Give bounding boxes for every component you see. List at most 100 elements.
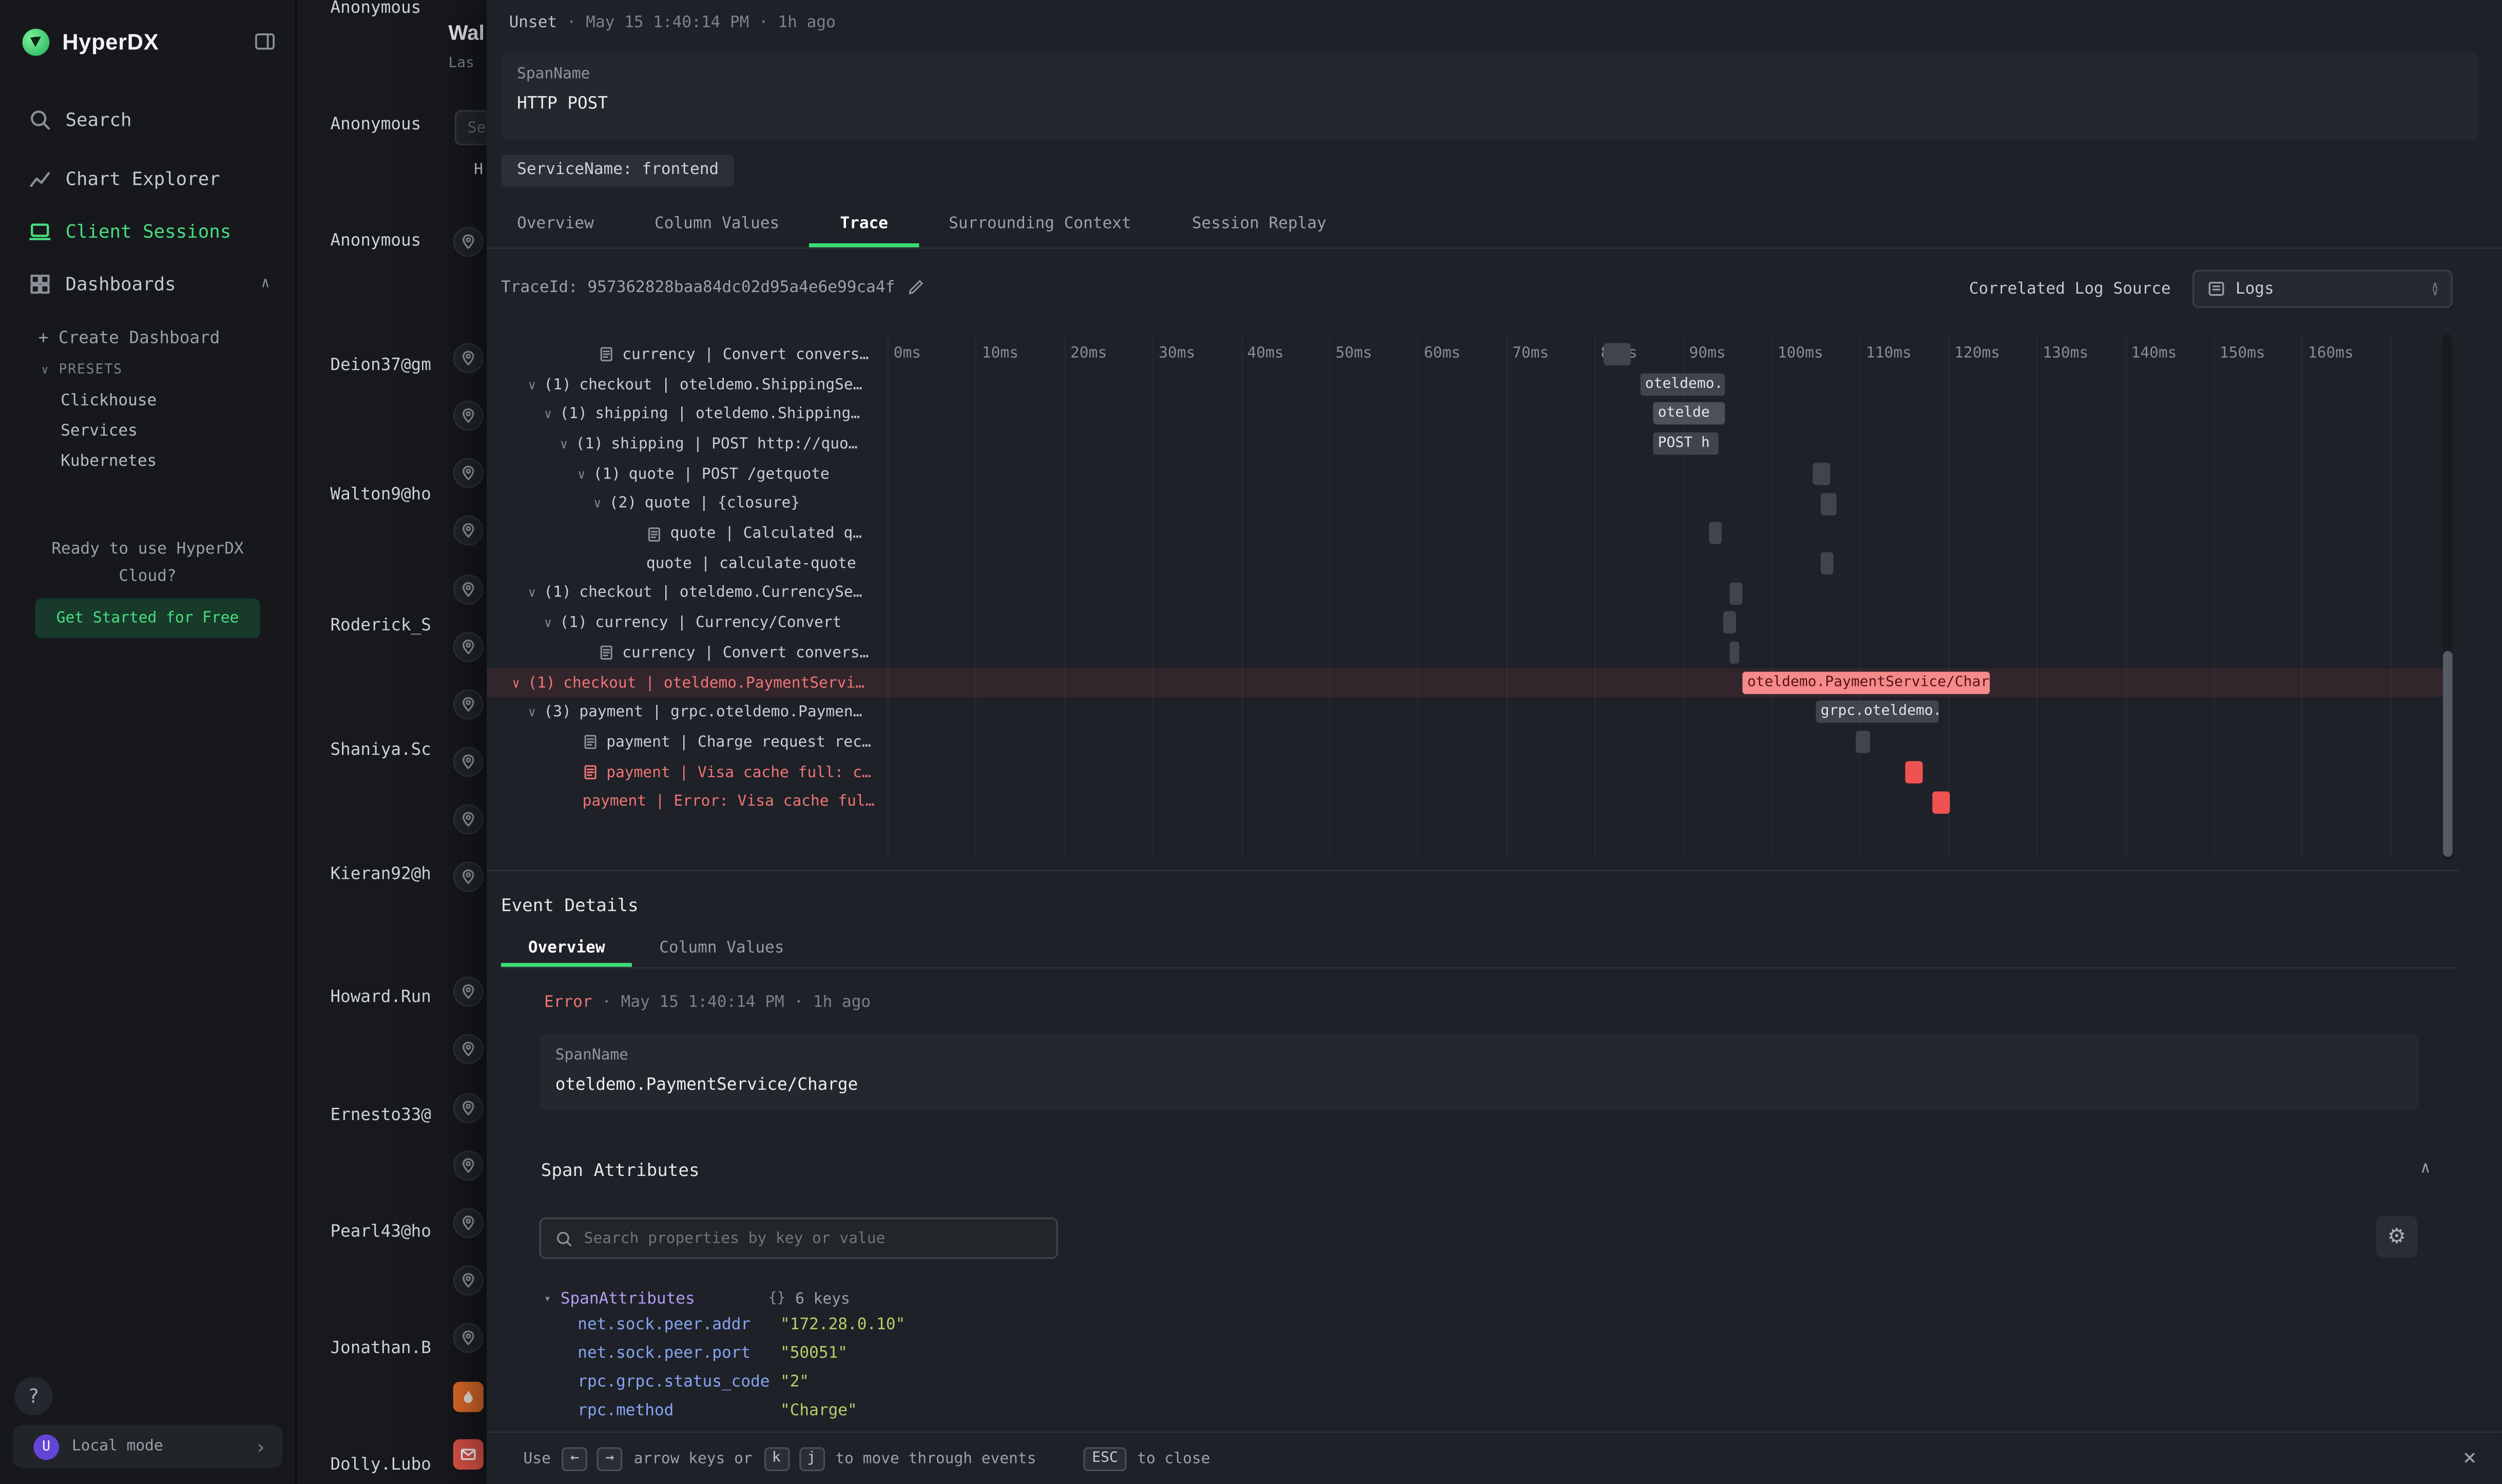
session-list-item[interactable]: Roderick_S (330, 616, 431, 635)
session-list-item[interactable]: Deion37@gm (330, 356, 431, 375)
tab-overview[interactable]: Overview (487, 204, 624, 247)
trace-span-row[interactable]: ∨(1)check­out | oteldemo.ShippingSe… (487, 370, 2443, 399)
caret-down-icon[interactable]: ∨ (544, 407, 552, 421)
event-details-tab-column-values[interactable]: Column Values (632, 932, 811, 967)
trace-span-row[interactable]: ∨(1)shipping | POST http://quo… (487, 429, 2443, 459)
location-pin-icon[interactable] (453, 861, 484, 891)
location-pin-icon[interactable] (453, 400, 484, 430)
trace-span-bar[interactable]: oteldemo. (1640, 373, 1725, 395)
caret-down-icon[interactable]: ▾ (544, 1293, 551, 1305)
local-mode-button[interactable]: U Local mode › (13, 1425, 282, 1468)
session-list-item[interactable]: Anonymous (330, 232, 421, 250)
create-dashboard-button[interactable]: + Create Dashboard (39, 329, 220, 348)
location-pin-icon[interactable] (453, 631, 484, 661)
session-list-item[interactable]: Pearl43@ho (330, 1222, 431, 1241)
caret-down-icon[interactable]: ∨ (528, 706, 536, 720)
location-pin-icon[interactable] (453, 746, 484, 776)
help-button[interactable]: ? (14, 1377, 53, 1416)
preset-services[interactable]: Services (61, 423, 138, 440)
mail-icon[interactable] (453, 1438, 484, 1469)
settings-gear-button[interactable]: ⚙ (2376, 1216, 2417, 1258)
trace-span-bar[interactable] (1730, 642, 1740, 664)
session-list-item[interactable]: Dolly.Lubo (330, 1455, 431, 1474)
trace-span-bar[interactable] (1813, 462, 1830, 485)
flame-icon[interactable] (453, 1381, 484, 1411)
trace-span-row[interactable]: ∨(3)payment | grpc.oteldemo.Paymen… (487, 698, 2443, 728)
session-list-item[interactable]: Shaniya.Sc (330, 740, 431, 759)
trace-span-row[interactable]: ∨(1)quote | POST /getquote (487, 459, 2443, 489)
location-pin-icon[interactable] (453, 976, 484, 1006)
tab-session-replay[interactable]: Session Replay (1162, 204, 1357, 247)
trace-span-row[interactable]: currency | Convert convers… (487, 340, 2443, 370)
trace-span-bar[interactable] (1604, 343, 1631, 365)
sidebar-item-dashboards[interactable]: Dashboards∧ (13, 260, 282, 308)
trace-span-row[interactable]: payment | Visa cache full: c… (487, 758, 2443, 787)
location-pin-icon[interactable] (453, 1092, 484, 1123)
preset-clickhouse[interactable]: Clickhouse (61, 393, 157, 410)
sidebar-item-search[interactable]: Search (13, 96, 282, 144)
tab-column-values[interactable]: Column Values (624, 204, 810, 247)
location-pin-icon[interactable] (453, 1150, 484, 1180)
caret-down-icon[interactable]: ∨ (560, 437, 568, 452)
session-list-item[interactable]: Ernesto33@ (330, 1106, 431, 1125)
caret-down-icon[interactable]: ∨ (512, 676, 520, 690)
trace-span-row[interactable]: currency | Convert convers… (487, 638, 2443, 668)
trace-span-bar[interactable] (1730, 582, 1743, 604)
trace-span-bar[interactable] (1932, 791, 1950, 813)
edit-icon[interactable] (907, 278, 926, 297)
scrollbar-thumb[interactable] (2443, 651, 2453, 857)
caret-down-icon[interactable]: ∨ (528, 377, 536, 392)
location-pin-icon[interactable] (453, 803, 484, 834)
caret-down-icon[interactable]: ∨ (593, 497, 601, 511)
trace-span-row[interactable]: ∨(1)checkout | oteldemo.CurrencySe… (487, 579, 2443, 608)
caret-down-icon[interactable]: ∨ (528, 586, 536, 601)
trace-span-bar[interactable] (1856, 731, 1870, 754)
attributes-search-input[interactable] (584, 1229, 1042, 1247)
trace-span-bar[interactable]: grpc.oteldemo. (1816, 701, 1938, 724)
attributes-tree-root[interactable]: ▾ SpanAttributes {} 6 keys (544, 1287, 850, 1310)
trace-span-row[interactable]: ∨(1)currency | Currency/Convert (487, 608, 2443, 638)
session-list-item[interactable]: Jonathan.B (330, 1339, 431, 1358)
trace-span-row[interactable]: quote | Calculated q… (487, 519, 2443, 549)
collapse-sidebar-icon[interactable] (254, 30, 276, 53)
location-pin-icon[interactable] (453, 1207, 484, 1238)
session-list-item[interactable]: Kieran92@h (330, 865, 431, 884)
correlated-log-source-select[interactable]: Logs ∧∨ (2192, 269, 2453, 308)
session-list-item[interactable]: Howard.Run (330, 988, 431, 1007)
location-pin-icon[interactable] (453, 1264, 484, 1295)
session-search-input[interactable]: Sea (455, 110, 487, 145)
trace-span-bar[interactable] (1905, 761, 1922, 783)
session-list-item[interactable]: Walton9@ho (330, 485, 431, 504)
trace-span-row[interactable]: quote | calculate-quote (487, 549, 2443, 579)
location-pin-icon[interactable] (453, 573, 484, 604)
location-pin-icon[interactable] (453, 1033, 484, 1064)
sidebar-item-client-sessions[interactable]: Client Sessions (13, 207, 282, 255)
trace-span-bar[interactable]: oteldemo.PaymentService/Char (1742, 671, 1990, 694)
trace-span-row[interactable]: payment | Charge request rec… (487, 728, 2443, 758)
location-pin-icon[interactable] (453, 1322, 484, 1352)
trace-span-bar[interactable]: POST h (1653, 433, 1718, 455)
service-name-tag[interactable]: ServiceName: frontend (501, 155, 735, 187)
trace-span-row[interactable]: payment | Error: Visa cache ful… (487, 787, 2443, 817)
collapse-section-icon[interactable]: ∧ (2420, 1160, 2430, 1178)
caret-down-icon[interactable]: ∨ (578, 467, 585, 481)
location-pin-icon[interactable] (453, 457, 484, 488)
preset-kubernetes[interactable]: Kubernetes (61, 453, 157, 471)
trace-scrollbar[interactable] (2443, 334, 2453, 860)
session-list-item[interactable]: Anonymous (330, 115, 421, 134)
location-pin-icon[interactable] (453, 226, 484, 256)
presets-toggle[interactable]: ∨ PRESETS (42, 362, 123, 378)
close-icon[interactable]: × (2463, 1446, 2476, 1471)
trace-span-bar[interactable]: otelde (1653, 403, 1725, 426)
tab-trace[interactable]: Trace (810, 204, 918, 247)
trace-span-bar[interactable] (1821, 552, 1834, 574)
location-pin-icon[interactable] (453, 342, 484, 373)
trace-span-row[interactable]: ∨(2)quote | {closure} (487, 489, 2443, 519)
trace-span-row[interactable]: ∨(1)shipping | oteldemo.Shipping… (487, 399, 2443, 429)
caret-down-icon[interactable]: ∨ (544, 616, 552, 630)
get-started-button[interactable]: Get Started for Free (35, 599, 260, 639)
session-list-item[interactable]: Anonymous (330, 0, 421, 17)
trace-span-bar[interactable] (1709, 522, 1722, 545)
trace-span-bar[interactable] (1821, 492, 1837, 515)
trace-span-row[interactable]: ∨(1)checkout | oteldemo.PaymentServi… (487, 668, 2443, 698)
